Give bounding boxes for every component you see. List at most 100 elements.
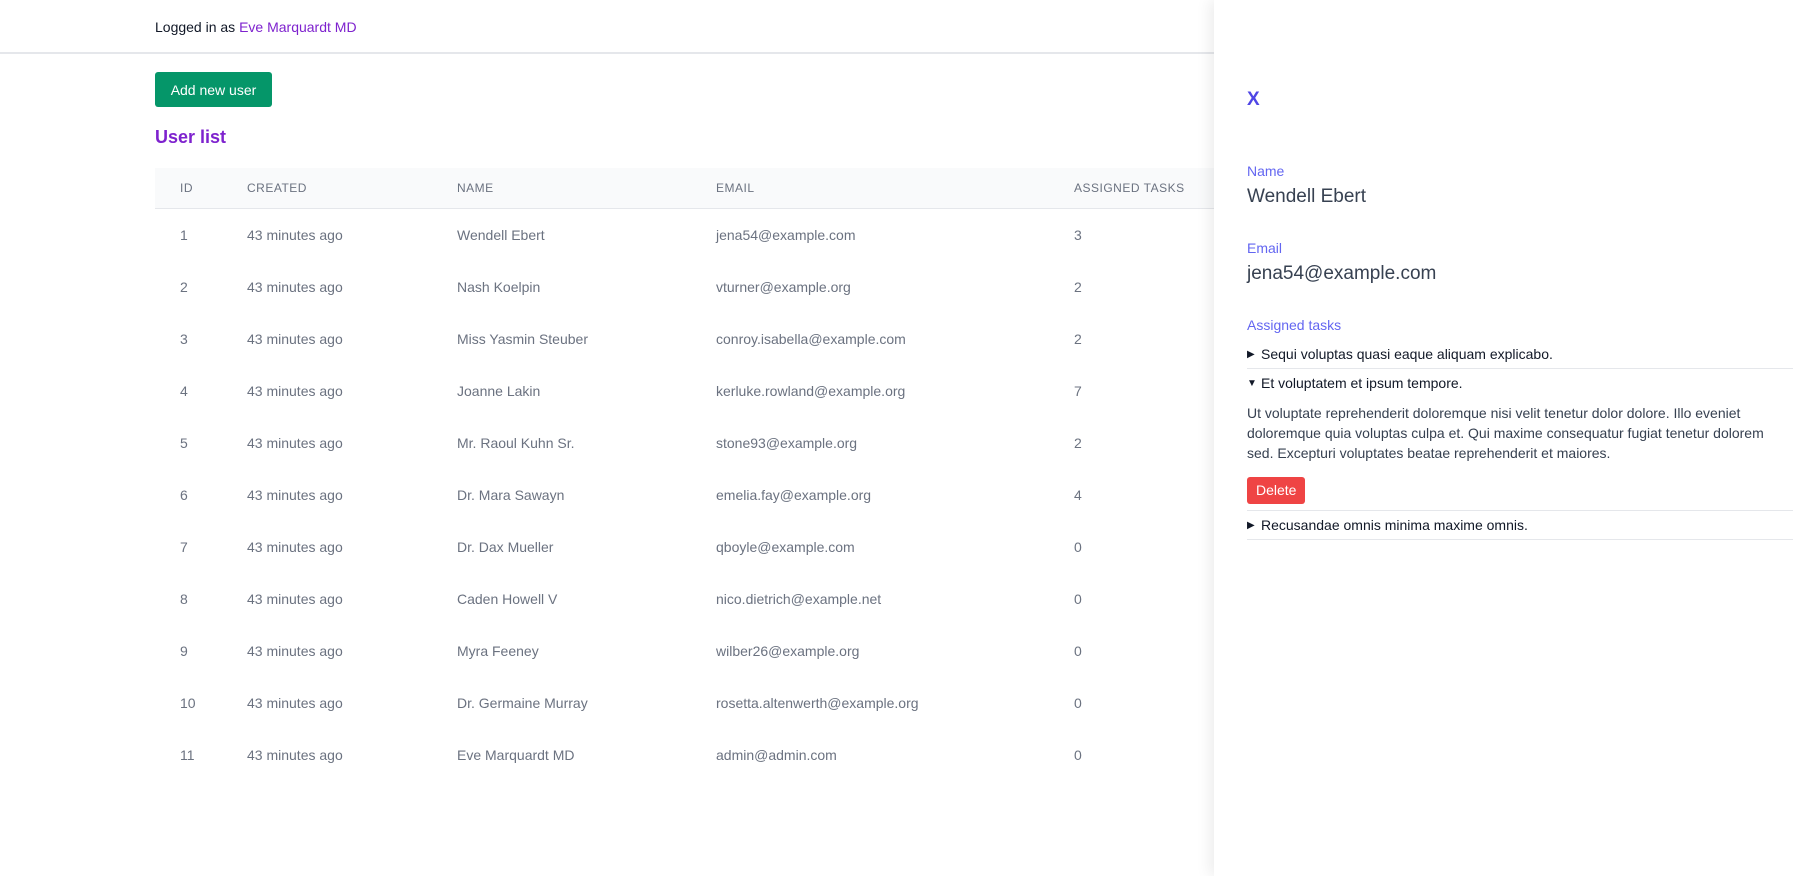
table-row[interactable]: 4 43 minutes ago Joanne Lakin kerluke.rowla… — [155, 365, 1215, 417]
user-table: ID CREATED NAME EMAIL ASSIGNED TASKS 1 43… — [155, 168, 1215, 781]
triangle-right-icon: ▶ — [1247, 348, 1255, 360]
cell-email: emelia.fay@example.org — [716, 487, 872, 503]
cell-id: 7 — [180, 539, 188, 555]
table-row[interactable]: 7 43 minutes ago Dr. Dax Mueller qboyle@exa… — [155, 521, 1215, 573]
cell-created: 43 minutes ago — [247, 643, 343, 659]
cell-id: 11 — [180, 747, 195, 763]
cell-email: vturner@example.org — [716, 279, 851, 295]
cell-created: 43 minutes ago — [247, 539, 343, 555]
cell-name: Dr. Mara Sawayn — [457, 487, 565, 503]
cell-id: 9 — [180, 643, 188, 659]
name-label: Name — [1247, 163, 1285, 179]
cell-name: Dr. Dax Mueller — [457, 539, 554, 555]
task-description: Ut voluptate reprehenderit doloremque ni… — [1247, 405, 1764, 461]
column-header-name: NAME — [457, 168, 716, 209]
cell-email: wilber26@example.org — [716, 643, 860, 659]
cell-id: 2 — [180, 279, 188, 295]
column-header-email: EMAIL — [716, 168, 1074, 209]
cell-id: 4 — [180, 383, 188, 399]
cell-created: 43 minutes ago — [247, 279, 343, 295]
cell-assigned-tasks: 0 — [1074, 643, 1082, 659]
cell-created: 43 minutes ago — [247, 747, 343, 763]
task-item: ▼ Et voluptatem et ipsum tempore. Ut volup… — [1247, 369, 1793, 511]
task-summary-toggle[interactable]: ▶ Sequi voluptas quasi eaque aliquam expl… — [1247, 340, 1793, 368]
cell-id: 8 — [180, 591, 188, 607]
cell-id: 3 — [180, 331, 188, 347]
cell-created: 43 minutes ago — [247, 487, 343, 503]
cell-created: 43 minutes ago — [247, 435, 343, 451]
cell-email: rosetta.altenwerth@example.org — [716, 695, 919, 711]
task-item: ▶ Recusandae omnis minima maxime omnis. — [1247, 511, 1793, 540]
task-summary-toggle[interactable]: ▶ Recusandae omnis minima maxime omnis. — [1247, 511, 1793, 539]
table-row[interactable]: 9 43 minutes ago Myra Feeney wilber26@examp… — [155, 625, 1215, 677]
table-row[interactable]: 1 43 minutes ago Wendell Ebert jena54@examp… — [155, 209, 1215, 262]
cell-assigned-tasks: 0 — [1074, 591, 1082, 607]
cell-created: 43 minutes ago — [247, 695, 343, 711]
cell-name: Joanne Lakin — [457, 383, 541, 399]
name-value: Wendell Ebert — [1247, 186, 1366, 207]
cell-name: Myra Feeney — [457, 643, 539, 659]
cell-email: jena54@example.com — [716, 227, 856, 243]
cell-email: conroy.isabella@example.com — [716, 331, 906, 347]
task-title: Recusandae omnis minima maxime omnis. — [1261, 517, 1528, 533]
table-row[interactable]: 10 43 minutes ago Dr. Germaine Murray roset… — [155, 677, 1215, 729]
assigned-tasks-list: ▶ Sequi voluptas quasi eaque aliquam expl… — [1247, 340, 1793, 540]
table-row[interactable]: 5 43 minutes ago Mr. Raoul Kuhn Sr. stone93… — [155, 417, 1215, 469]
cell-id: 10 — [180, 695, 196, 711]
cell-created: 43 minutes ago — [247, 331, 343, 347]
user-detail-panel: X Name Wendell Ebert Email jena54@exampl… — [1214, 0, 1811, 876]
task-title: Sequi voluptas quasi eaque aliquam expli… — [1261, 346, 1553, 362]
assigned-tasks-label: Assigned tasks — [1247, 317, 1342, 333]
cell-email: stone93@example.org — [716, 435, 858, 451]
cell-created: 43 minutes ago — [247, 591, 343, 607]
email-value: jena54@example.com — [1247, 263, 1437, 284]
cell-email: kerluke.rowland@example.org — [716, 383, 906, 399]
cell-id: 6 — [180, 487, 188, 503]
cell-email: nico.dietrich@example.net — [716, 591, 882, 607]
cell-email: qboyle@example.com — [716, 539, 855, 555]
cell-email: admin@admin.com — [716, 747, 837, 763]
logged-in-prefix: Logged in as — [155, 19, 236, 35]
cell-name: Eve Marquardt MD — [457, 747, 575, 763]
table-row[interactable]: 8 43 minutes ago Caden Howell V nico.dietri… — [155, 573, 1215, 625]
cell-name: Mr. Raoul Kuhn Sr. — [457, 435, 575, 451]
task-summary-toggle[interactable]: ▼ Et voluptatem et ipsum tempore. — [1247, 369, 1793, 397]
table-row[interactable]: 3 43 minutes ago Miss Yasmin Steuber conroy… — [155, 313, 1215, 365]
delete-task-button[interactable]: Delete — [1247, 477, 1306, 504]
cell-assigned-tasks: 0 — [1074, 747, 1082, 763]
cell-assigned-tasks: 2 — [1074, 435, 1082, 451]
cell-assigned-tasks: 0 — [1074, 695, 1082, 711]
page-title: User list — [155, 127, 227, 147]
column-header-created: CREATED — [247, 168, 457, 209]
triangle-right-icon: ▶ — [1247, 519, 1255, 531]
cell-id: 5 — [180, 435, 188, 451]
logged-in-status: Logged in as Eve Marquardt MD — [155, 19, 357, 35]
table-header-row: ID CREATED NAME EMAIL ASSIGNED TASKS — [155, 168, 1215, 209]
task-item: ▶ Sequi voluptas quasi eaque aliquam expl… — [1247, 340, 1793, 369]
cell-created: 43 minutes ago — [247, 383, 343, 399]
cell-assigned-tasks: 2 — [1074, 279, 1082, 295]
add-new-user-button[interactable]: Add new user — [155, 72, 272, 107]
cell-name: Dr. Germaine Murray — [457, 695, 588, 711]
user-table-container: ID CREATED NAME EMAIL ASSIGNED TASKS 1 43… — [155, 168, 1215, 788]
cell-created: 43 minutes ago — [247, 227, 343, 243]
close-panel-button[interactable]: X — [1247, 89, 1260, 111]
cell-assigned-tasks: 0 — [1074, 539, 1082, 555]
current-user-link[interactable]: Eve Marquardt MD — [239, 19, 356, 35]
triangle-down-icon: ▼ — [1247, 377, 1257, 389]
cell-name: Wendell Ebert — [457, 227, 545, 243]
cell-assigned-tasks: 4 — [1074, 487, 1082, 503]
column-header-assigned-tasks: ASSIGNED TASKS — [1074, 168, 1215, 209]
cell-id: 1 — [180, 227, 188, 243]
email-label: Email — [1247, 240, 1283, 256]
cell-name: Miss Yasmin Steuber — [457, 331, 588, 347]
table-row[interactable]: 2 43 minutes ago Nash Koelpin vturner@examp… — [155, 261, 1215, 313]
cell-assigned-tasks: 2 — [1074, 331, 1082, 347]
cell-assigned-tasks: 3 — [1074, 227, 1082, 243]
task-title: Et voluptatem et ipsum tempore. — [1261, 375, 1463, 391]
table-row[interactable]: 11 43 minutes ago Eve Marquardt MD admin@ad… — [155, 729, 1215, 781]
cell-name: Caden Howell V — [457, 591, 558, 607]
page: Logged in as Eve Marquardt MD Add new us… — [0, 0, 1811, 876]
cell-name: Nash Koelpin — [457, 279, 541, 295]
table-row[interactable]: 6 43 minutes ago Dr. Mara Sawayn emelia.fay… — [155, 469, 1215, 521]
